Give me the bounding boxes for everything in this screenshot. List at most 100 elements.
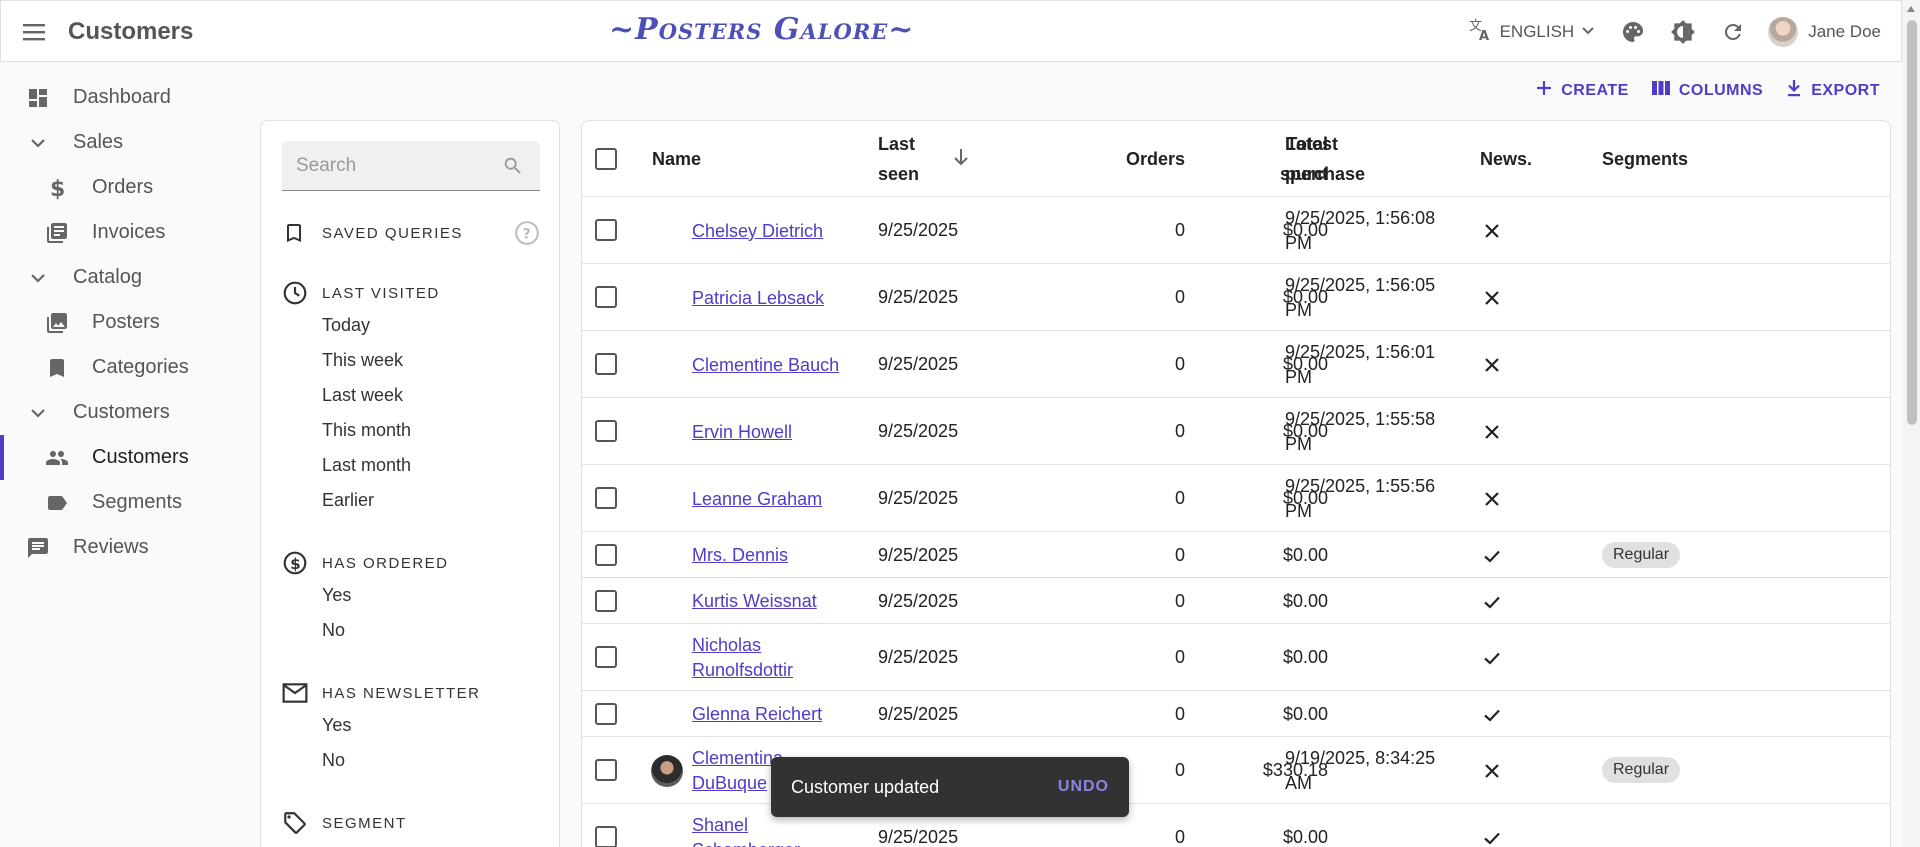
name-line[interactable]: Glenna Reichert: [692, 702, 822, 727]
column-header-latest-purchase[interactable]: Latest purchase: [1285, 129, 1365, 189]
language-selector[interactable]: 文A ENGLISH: [1468, 18, 1597, 47]
columns-button[interactable]: COLUMNS: [1651, 78, 1763, 103]
table-row[interactable]: Glenna Reichert 9/25/2025 0 $0.00: [582, 692, 1890, 737]
export-button[interactable]: EXPORT: [1785, 78, 1880, 103]
scroll-up-icon[interactable]: [1907, 6, 1915, 12]
row-checkbox[interactable]: [595, 219, 617, 241]
filter-option-this-month[interactable]: This month: [282, 413, 540, 448]
filter-option-newsletter-no[interactable]: No: [282, 743, 540, 778]
arrow-down-icon[interactable]: [952, 147, 970, 172]
sidebar-item-label: Invoices: [92, 221, 166, 243]
row-checkbox[interactable]: [595, 589, 617, 612]
row-checkbox[interactable]: [595, 353, 617, 375]
name-line[interactable]: Nicholas: [692, 633, 793, 658]
row-checkbox[interactable]: [595, 702, 617, 725]
table-row[interactable]: Nicholas Runolfsdottir 9/25/2025 0 $0.00: [582, 625, 1890, 691]
plus-icon: [1535, 79, 1553, 102]
select-all-checkbox[interactable]: [595, 148, 617, 170]
header-line: seen: [878, 164, 920, 184]
table-row[interactable]: Chelsey Dietrich 9/25/2025 0 $0.00 9/25/2025…: [582, 198, 1890, 264]
row-checkbox[interactable]: [595, 543, 617, 566]
table-row[interactable]: Patricia Lebsack 9/25/2025 0 $0.00 9/25/2025…: [582, 265, 1890, 331]
theme-toggle-icon[interactable]: [1668, 17, 1698, 47]
row-checkbox[interactable]: [595, 826, 617, 847]
search-field[interactable]: [282, 141, 540, 191]
table-row[interactable]: Clementine Bauch 9/25/2025 0 $0.00 9/25/2025…: [582, 332, 1890, 398]
refresh-icon[interactable]: [1718, 17, 1748, 47]
row-checkbox[interactable]: [595, 286, 617, 308]
column-header-name[interactable]: Name: [652, 144, 701, 174]
column-header-orders[interactable]: Orders: [1050, 144, 1185, 174]
column-header-newsletter[interactable]: News.: [1480, 144, 1532, 174]
menu-icon[interactable]: [21, 19, 47, 45]
sidebar-item-segments[interactable]: Segments: [0, 480, 250, 525]
last-seen-cell: 9/25/2025: [878, 827, 959, 847]
filter-option-ordered-no[interactable]: No: [282, 613, 540, 648]
name-line[interactable]: Chelsey Dietrich: [692, 219, 823, 244]
customer-name-link[interactable]: Patricia Lebsack: [692, 286, 824, 311]
name-line[interactable]: Clementina: [692, 746, 783, 771]
filter-option-last-month[interactable]: Last month: [282, 448, 540, 483]
sidebar-item-categories[interactable]: Categories: [0, 345, 250, 390]
table-row[interactable]: Kurtis Weissnat 9/25/2025 0 $0.00: [582, 579, 1890, 624]
name-line[interactable]: Leanne Graham: [692, 487, 822, 512]
sidebar-item-posters[interactable]: Posters: [0, 300, 250, 345]
name-line[interactable]: Patricia Lebsack: [692, 286, 824, 311]
help-icon[interactable]: ?: [514, 220, 540, 250]
sidebar-group-sales[interactable]: Sales: [0, 120, 250, 165]
table-row[interactable]: Leanne Graham 9/25/2025 0 $0.00 9/25/2025, 1…: [582, 466, 1890, 532]
name-line[interactable]: Kurtis Weissnat: [692, 589, 817, 614]
customer-name-link[interactable]: Clementina DuBuque: [692, 746, 783, 796]
filter-option-today[interactable]: Today: [282, 308, 540, 343]
has-newsletter-filter: HAS NEWSLETTER Yes No: [282, 678, 540, 778]
customer-name-link[interactable]: Nicholas Runolfsdottir: [692, 633, 793, 683]
page-scrollbar[interactable]: [1902, 0, 1920, 847]
table-row[interactable]: Ervin Howell 9/25/2025 0 $0.00 9/25/2025, 1:…: [582, 399, 1890, 465]
total-spent-cell: $0.00: [1282, 544, 1328, 565]
sidebar-item-label: Sales: [73, 131, 124, 153]
create-button[interactable]: CREATE: [1535, 78, 1629, 103]
mail-icon: [282, 679, 310, 707]
filter-option-earlier[interactable]: Earlier: [282, 483, 540, 518]
search-input[interactable]: [282, 141, 502, 190]
row-checkbox[interactable]: [595, 487, 617, 509]
sidebar-item-invoices[interactable]: Invoices: [0, 210, 250, 255]
customer-name-link[interactable]: Ervin Howell: [692, 420, 792, 445]
name-line[interactable]: Mrs. Dennis: [692, 543, 788, 568]
table-row[interactable]: Mrs. Dennis 9/25/2025 0 $0.00 Regular: [582, 533, 1890, 578]
scrollbar-thumb[interactable]: [1907, 20, 1917, 425]
name-line[interactable]: DuBuque: [692, 771, 783, 796]
customer-name-link[interactable]: Glenna Reichert: [692, 702, 822, 727]
sidebar-item-reviews[interactable]: Reviews: [0, 525, 250, 570]
filter-option-last-week[interactable]: Last week: [282, 378, 540, 413]
customer-name-link[interactable]: Kurtis Weissnat: [692, 589, 817, 614]
name-line[interactable]: Ervin Howell: [692, 420, 792, 445]
filter-option-newsletter-yes[interactable]: Yes: [282, 708, 540, 743]
customer-name-link[interactable]: ShanelSchamberger: [692, 813, 800, 847]
sidebar-item-orders[interactable]: $ Orders: [0, 165, 250, 210]
name-line[interactable]: Clementine Bauch: [692, 353, 839, 378]
sidebar-item-dashboard[interactable]: Dashboard: [0, 75, 250, 120]
sidebar-group-catalog[interactable]: Catalog: [0, 255, 250, 300]
row-checkbox[interactable]: [595, 759, 617, 781]
sidebar-item-customers[interactable]: Customers: [0, 435, 250, 480]
language-label: ENGLISH: [1499, 22, 1575, 41]
row-checkbox[interactable]: [595, 420, 617, 442]
name-line[interactable]: Schamberger: [692, 838, 800, 847]
customer-name-link[interactable]: Leanne Graham: [692, 487, 822, 512]
last-seen-cell: 9/25/2025: [878, 544, 959, 565]
name-line[interactable]: Runolfsdottir: [692, 658, 793, 683]
customer-name-link[interactable]: Mrs. Dennis: [692, 543, 788, 568]
column-header-last-seen[interactable]: Last seen: [878, 129, 919, 189]
table-header: Name Last seen Orders Total spent Latest…: [582, 121, 1890, 197]
sidebar-item-label: Dashboard: [73, 86, 171, 108]
user-menu[interactable]: Jane Doe: [1768, 17, 1881, 47]
palette-icon[interactable]: [1618, 17, 1648, 47]
filter-option-this-week[interactable]: This week: [282, 343, 540, 378]
customer-name-link[interactable]: Chelsey Dietrich: [692, 219, 823, 244]
row-checkbox[interactable]: [595, 646, 617, 668]
customer-name-link[interactable]: Clementine Bauch: [692, 353, 839, 378]
sidebar-group-customers[interactable]: Customers: [0, 390, 250, 435]
filter-option-ordered-yes[interactable]: Yes: [282, 578, 540, 613]
undo-button[interactable]: UNDO: [1058, 778, 1109, 796]
